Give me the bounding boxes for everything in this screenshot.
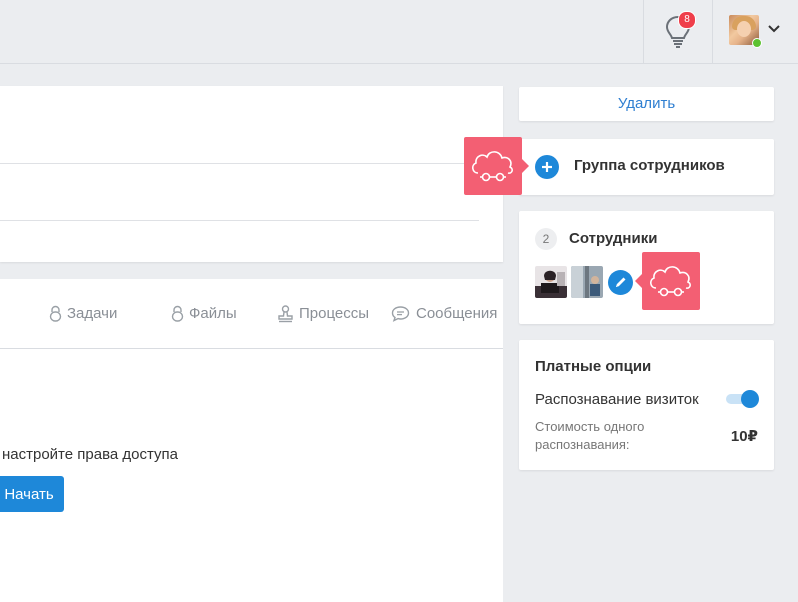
cloud-icon	[650, 266, 691, 297]
card-recognition-toggle[interactable]	[726, 390, 759, 408]
topbar-divider	[712, 0, 713, 63]
employees-count-badge: 2	[535, 228, 557, 250]
divider	[0, 163, 503, 164]
card-recognition-label: Распознавание визиток	[535, 391, 699, 408]
plus-icon	[542, 162, 552, 172]
lock-icon	[49, 305, 62, 322]
access-hint-text: настройте права доступа	[2, 446, 178, 463]
cloud-sync-badge[interactable]	[635, 252, 700, 310]
group-title: Группа сотрудников	[574, 157, 725, 174]
employee-group-card: Группа сотрудников	[519, 139, 774, 195]
employees-title: Сотрудники	[569, 230, 658, 247]
add-group-button[interactable]	[535, 155, 559, 179]
main-form-card	[0, 86, 503, 262]
topbar-divider	[643, 0, 644, 63]
cloud-sync-badge[interactable]	[464, 137, 529, 195]
stamp-icon	[278, 305, 293, 323]
lock-icon	[171, 305, 184, 322]
recognition-cost-label: Стоимость одного распознавания:	[535, 419, 645, 452]
online-status-dot	[752, 38, 762, 48]
employee-avatar[interactable]	[535, 266, 567, 298]
cloud-icon	[472, 151, 513, 182]
pencil-icon	[616, 277, 626, 287]
edit-employees-button[interactable]	[608, 270, 633, 295]
start-button[interactable]: Начать	[0, 476, 64, 512]
chat-icon	[391, 306, 410, 322]
chevron-down-icon[interactable]	[767, 24, 781, 34]
employee-avatar[interactable]	[571, 266, 603, 298]
main-tabs-card	[0, 279, 503, 602]
notification-badge: 8	[678, 11, 696, 29]
recognition-cost-value: 10₽	[730, 428, 758, 445]
paid-options-card: Платные опции Распознавание визиток Стои…	[519, 340, 774, 470]
tabs-divider	[0, 348, 503, 349]
paid-options-title: Платные опции	[535, 358, 652, 375]
divider	[0, 220, 479, 221]
delete-button[interactable]: Удалить	[519, 87, 774, 121]
